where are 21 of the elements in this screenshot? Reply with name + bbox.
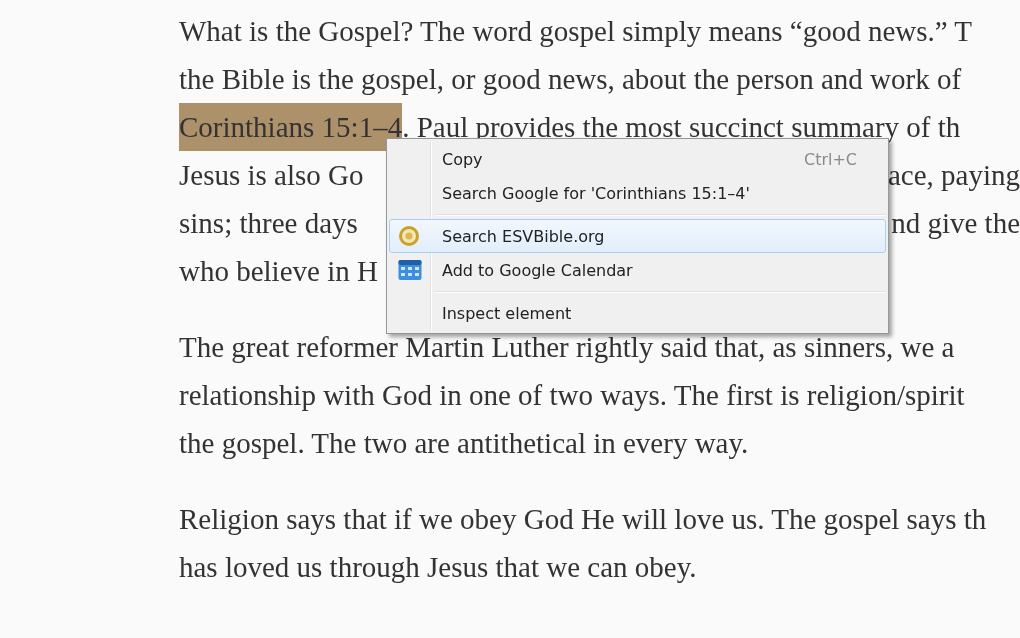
body-text: Religion says that if we obey God He will love us. The gospel says th — [179, 502, 987, 537]
selected-text: Corinthians 15:1–4 — [179, 103, 403, 151]
body-text: sins; three days — [179, 206, 358, 241]
body-text: who believe in H — [179, 254, 378, 289]
body-text: has loved us through Jesus that we can obey. — [179, 550, 697, 585]
coin-icon — [398, 225, 420, 247]
body-text: nd give the — [891, 206, 1020, 241]
body-text: The great reformer Martin Luther rightly said that, as sinners, we a — [179, 330, 955, 365]
body-text: Jesus is also Go — [179, 158, 364, 193]
menu-item[interactable]: Search ESVBible.org — [389, 219, 886, 253]
body-text: ace, paying — [887, 158, 1020, 193]
body-text: relationship with God in one of two ways. The first is religion/spirit — [179, 378, 965, 413]
body-text: the gospel. The two are antithetical in every way. — [179, 426, 749, 461]
body-text: the Bible is the gospel, or good news, about the person and work of — [179, 62, 962, 97]
body-text: What is the Gospel? The word gospel simply means “good news.” T — [179, 14, 973, 49]
menu-item[interactable]: Inspect element — [389, 296, 886, 330]
menu-item[interactable]: Add to Google Calendar — [389, 253, 886, 287]
menu-item[interactable]: Search Google for 'Corinthians 15:1–4' — [389, 176, 886, 210]
shortcut-hint: Ctrl+C — [803, 149, 857, 169]
body-text: . Paul provides the most succinct summary of th — [402, 110, 961, 145]
calendar-icon — [398, 259, 422, 281]
